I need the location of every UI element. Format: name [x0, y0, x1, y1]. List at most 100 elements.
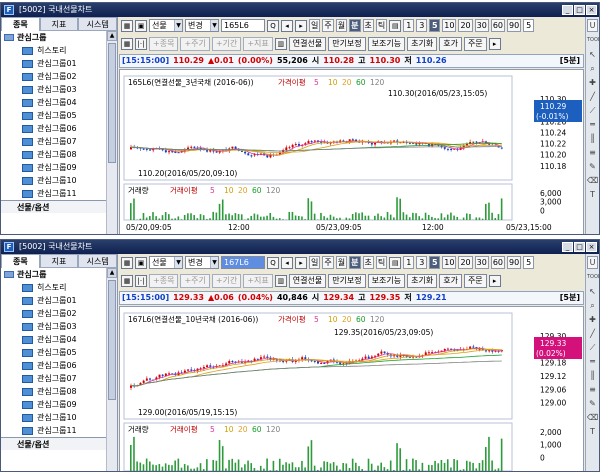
interval-30[interactable]: 30 [475, 256, 489, 269]
lock-icon[interactable]: ▣ [135, 20, 147, 32]
interval-3[interactable]: 3 [416, 19, 427, 32]
reset-button[interactable]: 초기화 [407, 274, 437, 288]
interval-1[interactable]: 1 [403, 256, 414, 269]
tree-item[interactable]: 관심그룹03 [1, 83, 107, 96]
tree-item[interactable]: 관심그룹07 [1, 372, 107, 385]
chart-area[interactable]: 165L6(연결선물_3년국채 (2016-06))가격이평5102060120… [119, 69, 584, 235]
tree-item[interactable]: 관심그룹04 [1, 333, 107, 346]
maximize-button[interactable]: □ [574, 242, 585, 252]
trend-icon[interactable]: ⟋ [587, 105, 598, 116]
tree-item[interactable]: 관심그룹02 [1, 307, 107, 320]
change-select[interactable]: 변경▼ [185, 19, 219, 32]
tab-indicators[interactable]: 지표 [40, 254, 79, 268]
indicator-button[interactable]: +지표 [243, 37, 272, 51]
scroll-thumb[interactable] [108, 43, 116, 163]
period-week[interactable]: 주 [322, 256, 333, 269]
interval-60[interactable]: 60 [491, 19, 505, 32]
interval-90[interactable]: 90 [507, 256, 521, 269]
text-t-icon[interactable]: T [587, 426, 598, 437]
period-week[interactable]: 주 [322, 19, 333, 32]
continuous-futures-button[interactable]: 연결선물 [289, 37, 326, 51]
period-day[interactable]: 일 [309, 256, 320, 269]
search-icon[interactable]: Q [267, 20, 279, 32]
layout-icon[interactable]: ▥ [275, 38, 287, 50]
tab-systems[interactable]: 시스템 [78, 254, 117, 268]
expand-icon[interactable]: ▸ [489, 38, 501, 50]
hline-icon[interactable]: ═ [587, 119, 598, 130]
tree-item[interactable]: 히스토리 [1, 281, 107, 294]
erase-icon[interactable]: ⌫ [587, 412, 598, 423]
quote-button[interactable]: 호가 [439, 37, 462, 51]
period-tick[interactable]: 틱 [376, 256, 387, 269]
bar-chart-icon[interactable]: |·| [135, 275, 147, 287]
tab-indicators[interactable]: 지표 [40, 17, 79, 31]
tree-footer-futures[interactable]: 선물/옵션 [1, 200, 107, 213]
expiry-adjust-button[interactable]: 만기보정 [328, 37, 365, 51]
line-icon[interactable]: ╱ [587, 328, 598, 339]
interval-1[interactable]: 1 [403, 19, 414, 32]
close-button[interactable]: × [586, 242, 597, 252]
interval-60[interactable]: 60 [491, 256, 505, 269]
erase-icon[interactable]: ⌫ [587, 175, 598, 186]
expiry-adjust-button[interactable]: 만기보정 [328, 274, 365, 288]
tree-item[interactable]: 관심그룹08 [1, 385, 107, 398]
next-icon[interactable]: ▸ [295, 20, 307, 32]
sidebar-scrollbar[interactable]: ▲ [106, 268, 117, 472]
tree-item[interactable]: 관심그룹08 [1, 148, 107, 161]
tree-item[interactable]: 관심그룹03 [1, 320, 107, 333]
tab-stocks[interactable]: 종목 [1, 254, 40, 268]
vline-icon[interactable]: ║ [587, 133, 598, 144]
group-header[interactable]: 관심그룹 [1, 31, 107, 44]
fibo-icon[interactable]: ≡ [587, 384, 598, 395]
quote-button[interactable]: 호가 [439, 274, 462, 288]
zoom-icon[interactable]: ⌕ [587, 63, 598, 74]
interval-custom-input[interactable]: 5 [523, 19, 534, 32]
u-button[interactable]: U [587, 256, 598, 269]
tree-item[interactable]: 관심그룹04 [1, 96, 107, 109]
window-title-bar[interactable]: F [5002] 국내선물차트 _ □ × [1, 240, 599, 254]
tree-item[interactable]: 관심그룹07 [1, 135, 107, 148]
interval-10[interactable]: 10 [442, 256, 456, 269]
tree-item[interactable]: 관심그룹11 [1, 424, 107, 437]
next-icon[interactable]: ▸ [295, 257, 307, 269]
lock-icon[interactable]: ▣ [135, 257, 147, 269]
aux-function-button[interactable]: 보조기능 [368, 274, 405, 288]
tab-stocks[interactable]: 종목 [1, 17, 40, 31]
interval-20[interactable]: 20 [458, 19, 472, 32]
interval-20[interactable]: 20 [458, 256, 472, 269]
chart-area[interactable]: 167L6(연결선물_10년국채 (2016-06))가격이평510206012… [119, 306, 584, 472]
search-icon[interactable]: Q [267, 257, 279, 269]
interval-5[interactable]: 5 [429, 256, 440, 269]
fibo-icon[interactable]: ≡ [587, 147, 598, 158]
cycle-button[interactable]: +주기 [180, 274, 209, 288]
tree-item[interactable]: 관심그룹06 [1, 122, 107, 135]
window-title-bar[interactable]: F [5002] 국내선물차트 _ □ × [1, 3, 599, 17]
aux-function-button[interactable]: 보조기능 [368, 37, 405, 51]
grid-icon[interactable]: ▦ [121, 20, 133, 32]
tree-item[interactable]: 관심그룹01 [1, 294, 107, 307]
cursor-icon[interactable]: ↖ [587, 49, 598, 60]
settings-icon[interactable]: ▤ [389, 257, 401, 269]
pen-icon[interactable]: ✎ [587, 398, 598, 409]
settings-icon[interactable]: ▤ [389, 20, 401, 32]
tree-item[interactable]: 관심그룹01 [1, 57, 107, 70]
tree-footer-futures[interactable]: 선물/옵션 [1, 437, 107, 450]
cross-icon[interactable]: ✚ [587, 77, 598, 88]
reset-button[interactable]: 초기화 [407, 37, 437, 51]
tree-item[interactable]: 관심그룹05 [1, 109, 107, 122]
grid-icon[interactable]: ▦ [121, 257, 133, 269]
chart-canvas[interactable]: 165L6(연결선물_3년국채 (2016-06))가격이평5102060120… [120, 70, 583, 234]
line-icon[interactable]: ╱ [587, 91, 598, 102]
vline-icon[interactable]: ║ [587, 370, 598, 381]
item-button[interactable]: +종목 [149, 274, 178, 288]
tree-item[interactable]: 관심그룹10 [1, 411, 107, 424]
minimize-button[interactable]: _ [562, 5, 573, 15]
scroll-up-icon[interactable]: ▲ [107, 31, 117, 41]
zoom-icon[interactable]: ⌕ [587, 300, 598, 311]
market-select[interactable]: 선물▼ [149, 256, 183, 269]
scroll-up-icon[interactable]: ▲ [107, 268, 117, 278]
close-button[interactable]: × [586, 5, 597, 15]
interval-10[interactable]: 10 [442, 19, 456, 32]
order-button[interactable]: 주문 [464, 274, 487, 288]
period-second[interactable]: 초 [363, 19, 374, 32]
